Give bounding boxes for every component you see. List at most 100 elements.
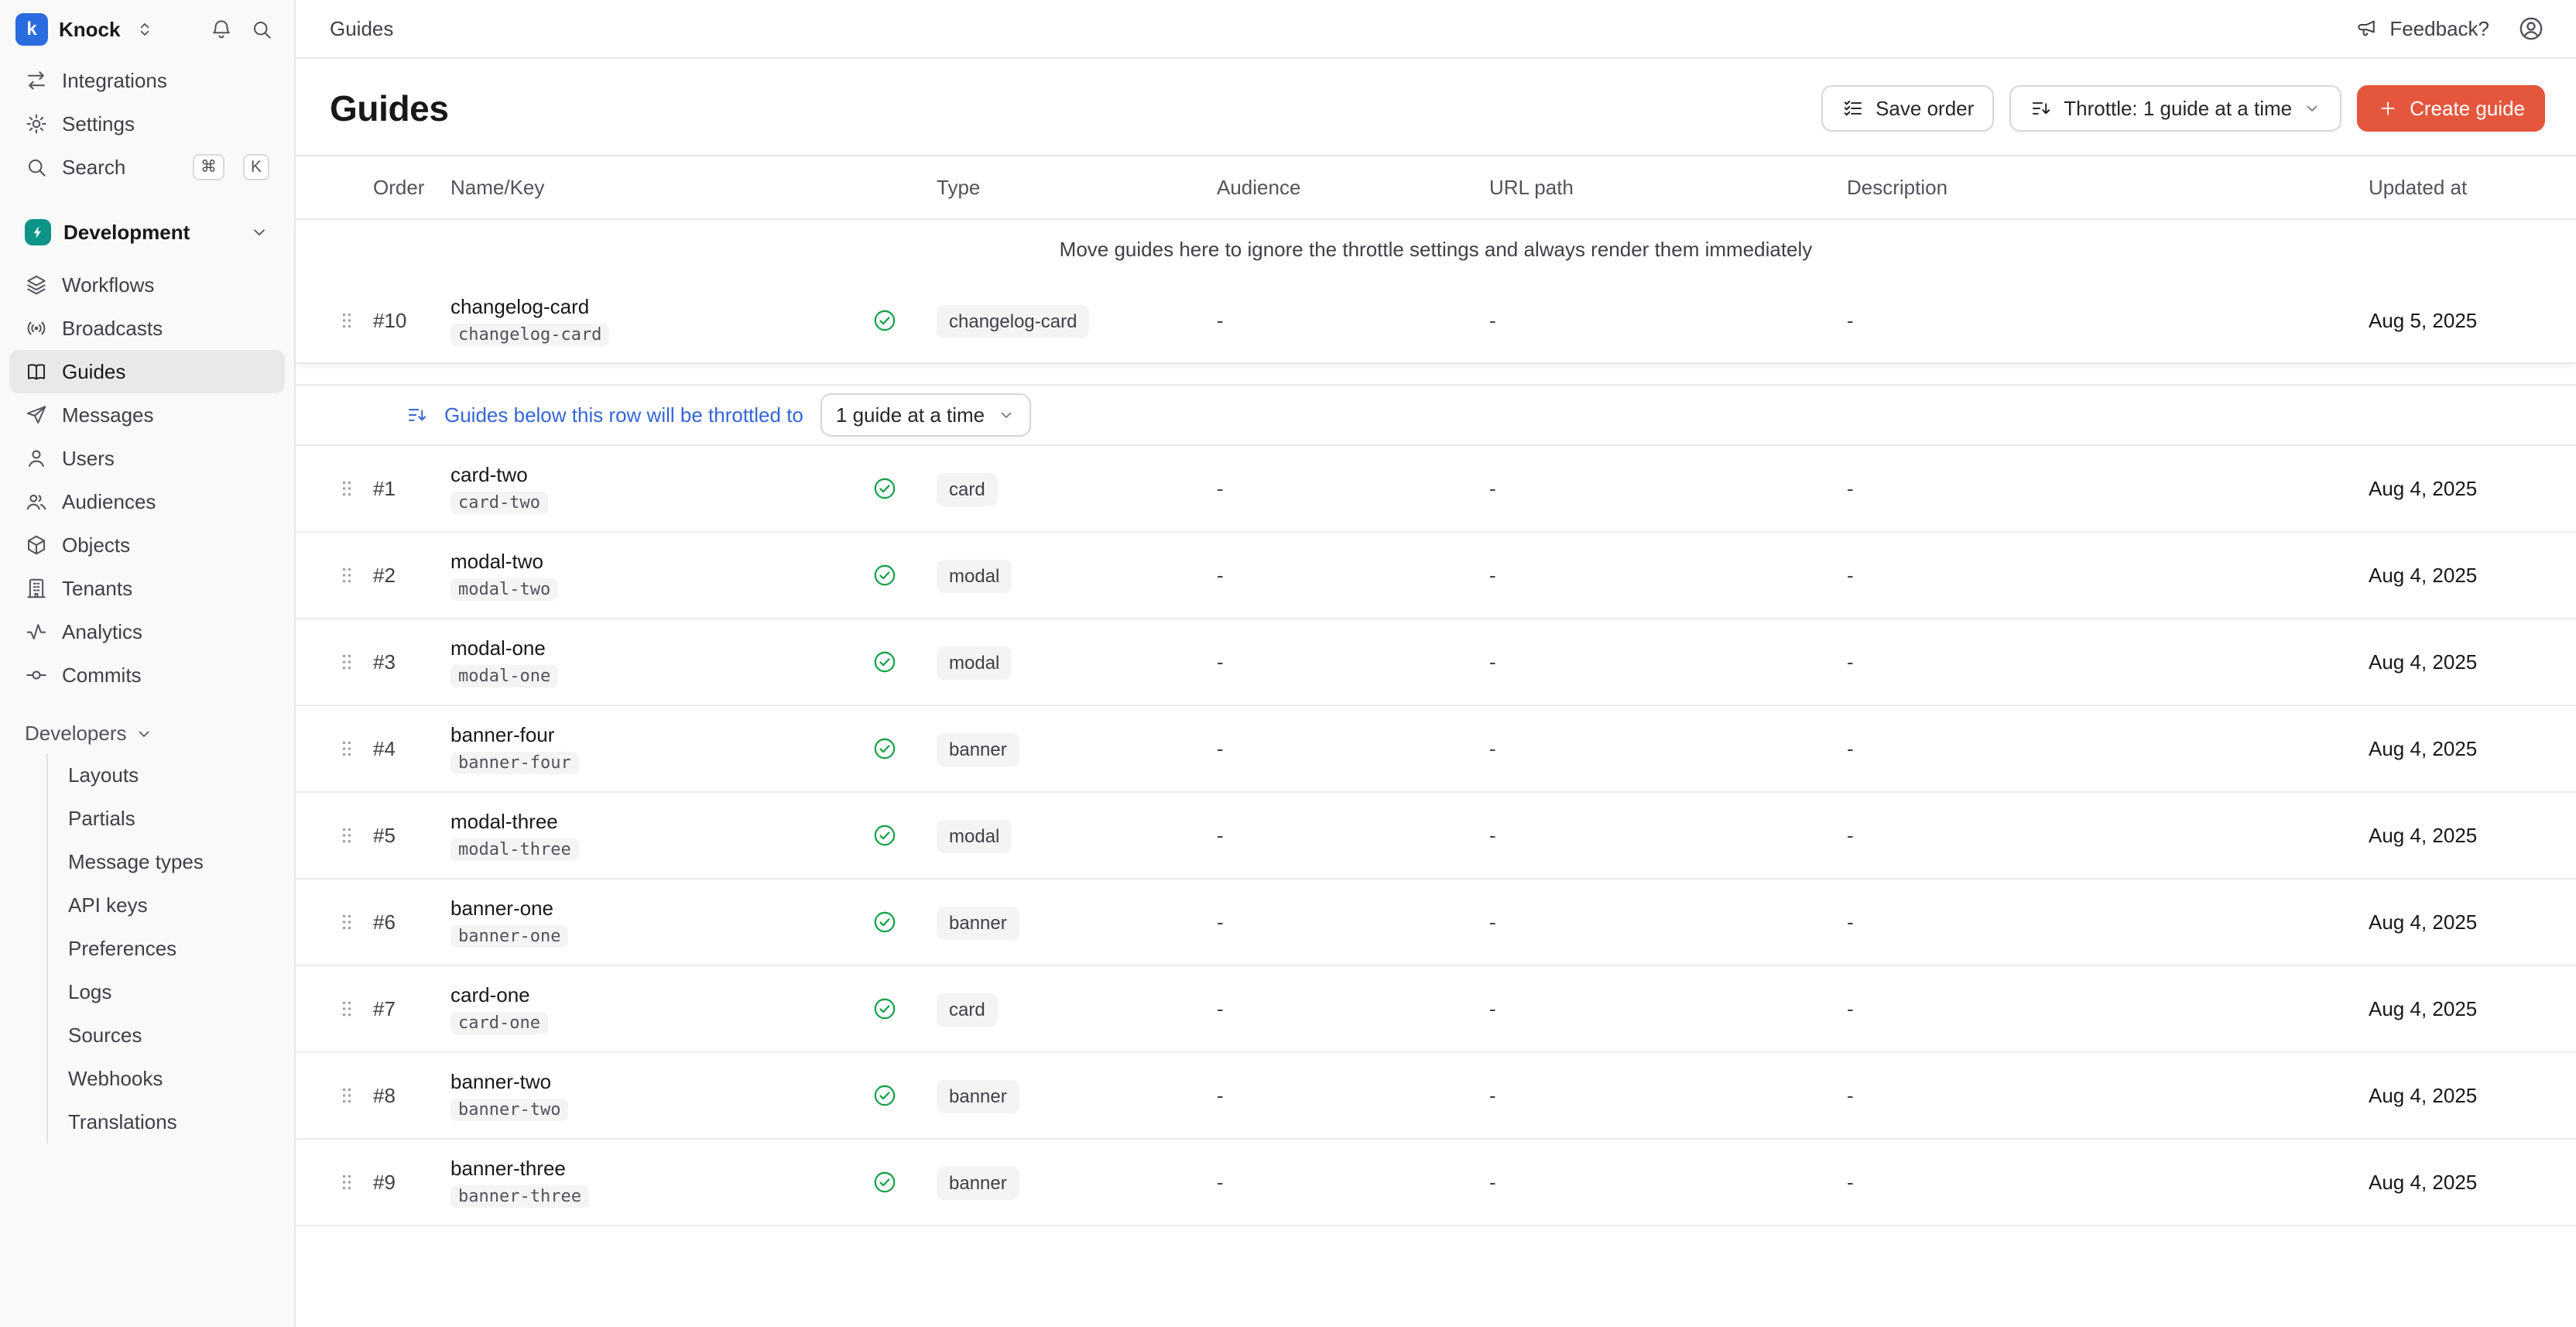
audience-cell: - [1217, 309, 1489, 333]
sidebar-item-audiences[interactable]: Audiences [9, 480, 285, 523]
guide-name-key-cell: banner-four banner-four [450, 723, 872, 774]
sidebar-item-layouts[interactable]: Layouts [48, 753, 285, 797]
audience-cell: - [1217, 1171, 1489, 1195]
column-header-description: Description [1847, 176, 2369, 200]
guide-name-key-cell: modal-three modal-three [450, 810, 872, 861]
url-path-cell: - [1489, 737, 1847, 761]
guide-name-link[interactable]: card-two [450, 463, 528, 487]
drag-handle-icon[interactable] [320, 822, 373, 849]
guide-name-key-cell: banner-one banner-one [450, 897, 872, 948]
workspace-switcher[interactable]: k Knock [0, 0, 294, 59]
feedback-button[interactable]: Feedback? [2355, 17, 2489, 41]
breadcrumb[interactable]: Guides [330, 17, 393, 41]
sidebar-item-tenants[interactable]: Tenants [9, 567, 285, 610]
throttle-sort-icon [406, 403, 429, 427]
search-icon[interactable] [245, 12, 279, 46]
sidebar-item-sources[interactable]: Sources [48, 1013, 285, 1057]
sidebar-item-broadcasts[interactable]: Broadcasts [9, 307, 285, 350]
chevron-updown-icon[interactable] [128, 12, 162, 46]
sidebar-item-label: Preferences [68, 937, 176, 961]
table-body: #1 card-two card-two card - - - Aug 4, 2… [296, 446, 2576, 1226]
sidebar-item-logs[interactable]: Logs [48, 970, 285, 1013]
development-environment-icon [25, 219, 51, 245]
page-content: Guides Save order Throttle: 1 guide at a… [296, 59, 2576, 1226]
guide-name-link[interactable]: card-one [450, 983, 530, 1007]
guide-name-link[interactable]: banner-three [450, 1157, 566, 1181]
guide-name-link[interactable]: changelog-card [450, 295, 589, 319]
sidebar-development-nav: WorkflowsBroadcastsGuidesMessagesUsersAu… [0, 263, 294, 697]
throttle-divider-select[interactable]: 1 guide at a time [820, 393, 1031, 437]
guide-name-key-cell: banner-two banner-two [450, 1070, 872, 1121]
save-order-button[interactable]: Save order [1821, 85, 1994, 132]
guide-key: banner-one [450, 925, 568, 948]
sidebar-item-objects[interactable]: Objects [9, 523, 285, 567]
type-cell: changelog-card [937, 309, 1217, 333]
guide-name-link[interactable]: modal-one [450, 636, 546, 660]
sidebar-item-settings[interactable]: Settings [9, 102, 285, 146]
column-header-name-key: Name/Key [450, 176, 937, 200]
drag-handle-icon[interactable] [320, 475, 373, 502]
audiences-icon [25, 490, 48, 513]
chevron-down-icon[interactable] [135, 725, 153, 743]
drag-handle-icon[interactable] [320, 1082, 373, 1109]
sidebar-item-api-keys[interactable]: API keys [48, 883, 285, 927]
throttle-divider-link[interactable]: Guides below this row will be throttled … [444, 403, 803, 427]
description-cell: - [1847, 1084, 2369, 1108]
sidebar-item-preferences[interactable]: Preferences [48, 927, 285, 970]
development-section-header[interactable]: Development [9, 211, 285, 254]
sidebar-item-commits[interactable]: Commits [9, 653, 285, 697]
sidebar-item-messages[interactable]: Messages [9, 393, 285, 437]
sidebar-item-partials[interactable]: Partials [48, 797, 285, 840]
guide-name-link[interactable]: banner-four [450, 723, 554, 747]
guide-key: changelog-card [450, 324, 609, 346]
sidebar-item-translations[interactable]: Translations [48, 1100, 285, 1144]
drag-handle-icon[interactable] [320, 909, 373, 935]
create-guide-button[interactable]: Create guide [2357, 85, 2545, 132]
audience-cell: - [1217, 997, 1489, 1021]
feedback-label: Feedback? [2389, 17, 2489, 41]
developers-section-header[interactable]: Developers [25, 722, 269, 746]
updated-at-cell: Aug 4, 2025 [2369, 997, 2576, 1021]
type-cell: modal [937, 824, 1217, 848]
pinned-note: Move guides here to ignore the throttle … [296, 220, 2576, 279]
user-avatar-icon[interactable] [2517, 15, 2545, 43]
workflows-icon [25, 273, 48, 297]
knock-logo: k [15, 13, 48, 46]
type-cell: modal [937, 564, 1217, 588]
drag-handle-icon[interactable] [320, 996, 373, 1022]
drag-handle-icon[interactable] [320, 307, 373, 334]
description-cell: - [1847, 824, 2369, 848]
chevron-down-icon[interactable] [249, 222, 269, 242]
guide-name-link[interactable]: modal-three [450, 810, 558, 834]
topbar: Guides Feedback? [296, 0, 2576, 59]
sidebar-item-message-types[interactable]: Message types [48, 840, 285, 883]
guide-name-link[interactable]: banner-two [450, 1070, 551, 1094]
sidebar-item-analytics[interactable]: Analytics [9, 610, 285, 653]
drag-handle-icon[interactable] [320, 736, 373, 762]
integrations-icon [25, 69, 48, 92]
drag-handle-icon[interactable] [320, 1169, 373, 1195]
updated-at-cell: Aug 4, 2025 [2369, 824, 2576, 848]
sidebar-item-webhooks[interactable]: Webhooks [48, 1057, 285, 1100]
sidebar-item-users[interactable]: Users [9, 437, 285, 480]
drag-handle-icon[interactable] [320, 649, 373, 675]
guide-name-link[interactable]: modal-two [450, 550, 543, 574]
audience-cell: - [1217, 477, 1489, 501]
bell-icon[interactable] [204, 12, 238, 46]
gear-icon [25, 112, 48, 135]
sidebar-item-guides[interactable]: Guides [9, 350, 285, 393]
type-badge: card [937, 993, 998, 1027]
drag-handle-icon[interactable] [320, 562, 373, 588]
sidebar-item-integrations[interactable]: Integrations [9, 59, 285, 102]
throttle-settings-button[interactable]: Throttle: 1 guide at a time [2009, 85, 2341, 132]
table-header-row: Order Name/Key Type Audience URL path De… [296, 155, 2576, 220]
description-cell: - [1847, 737, 2369, 761]
app-root: k Knock IntegrationsSettingsSearch⌘K Dev… [0, 0, 2576, 1327]
sidebar-item-search[interactable]: Search⌘K [9, 146, 285, 189]
sidebar-item-workflows[interactable]: Workflows [9, 263, 285, 307]
audience-cell: - [1217, 1084, 1489, 1108]
search-icon [25, 156, 48, 179]
table-row: #2 modal-two modal-two modal - - - Aug 4… [296, 533, 2576, 619]
section-gap [296, 364, 2576, 384]
guide-name-link[interactable]: banner-one [450, 897, 553, 921]
